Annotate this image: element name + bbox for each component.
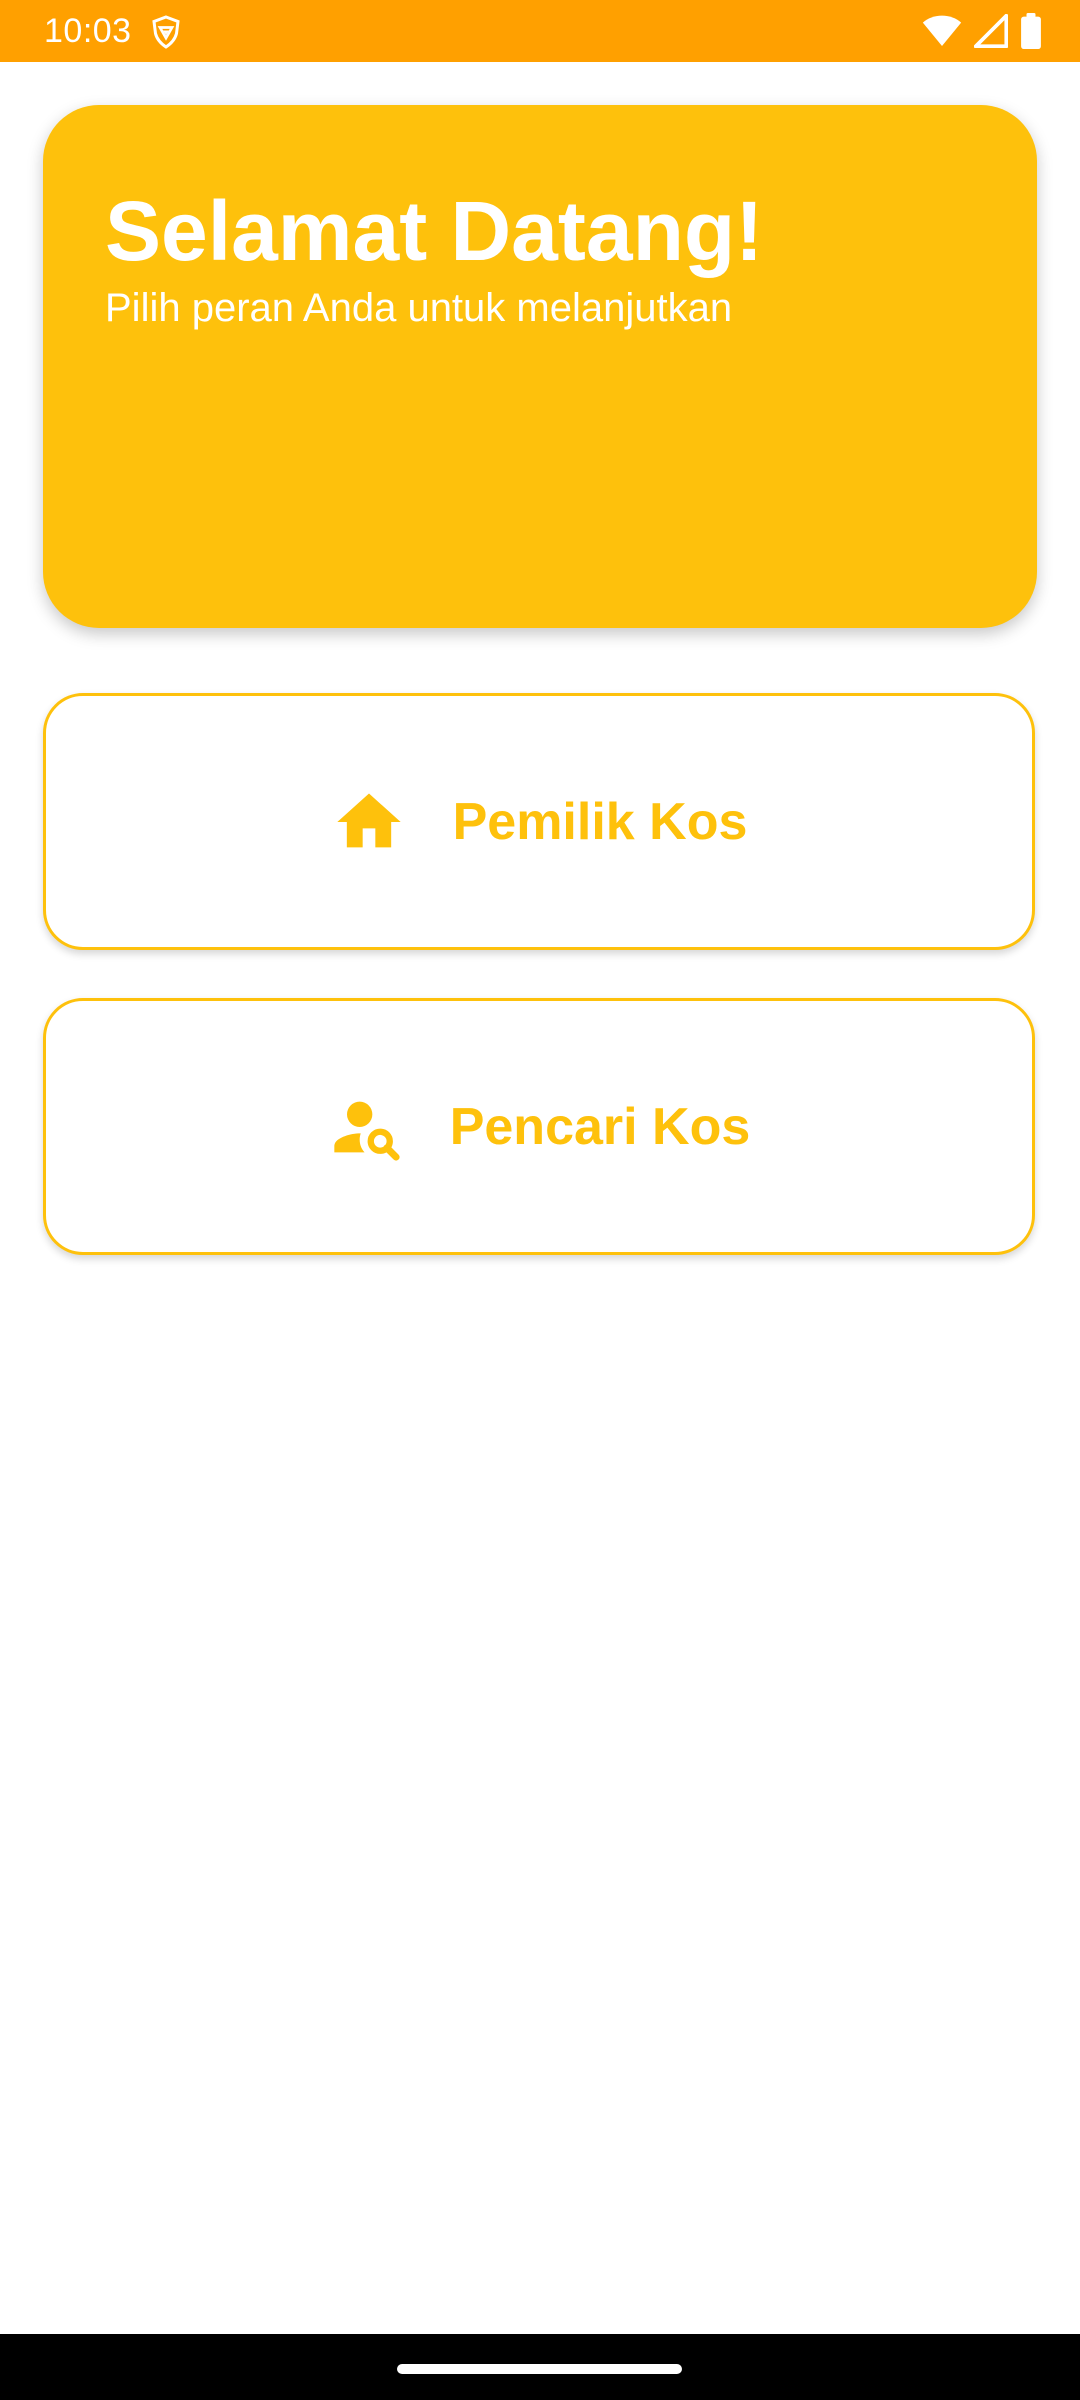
status-time: 10:03 (44, 12, 132, 50)
wifi-icon (922, 15, 962, 46)
home-indicator[interactable] (397, 2364, 682, 2374)
status-bar: 10:03 (0, 0, 1080, 62)
shield-icon (152, 15, 180, 49)
role-seeker-button[interactable]: Pencari Kos (43, 998, 1035, 1255)
page-subtitle: Pilih peran Anda untuk melanjutkan (105, 286, 733, 330)
role-selection-screen: 10:03 Selamat Datang! Pilih peran Anda u… (0, 0, 1080, 2400)
home-icon (331, 784, 407, 860)
battery-icon (1021, 13, 1041, 49)
person-search-icon (328, 1089, 404, 1165)
status-icons (922, 12, 1042, 50)
signal-icon (974, 14, 1008, 48)
role-owner-button[interactable]: Pemilik Kos (43, 693, 1035, 950)
role-owner-label: Pemilik Kos (452, 792, 748, 851)
welcome-card: Selamat Datang! Pilih peran Anda untuk m… (43, 105, 1037, 628)
role-seeker-label: Pencari Kos (449, 1097, 751, 1156)
page-title: Selamat Datang! (105, 184, 764, 278)
